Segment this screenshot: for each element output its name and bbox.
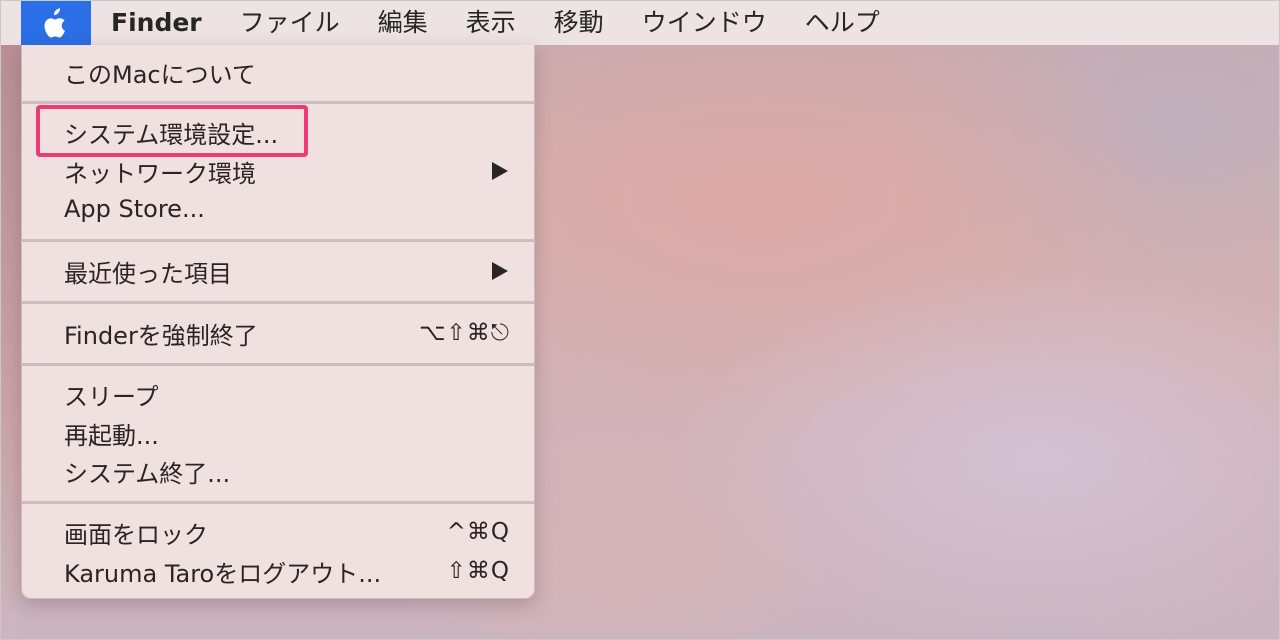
apple-logo-icon <box>44 8 65 38</box>
shortcut-log-out: ⇧⌘Q <box>446 558 510 584</box>
highlight-box-system-preferences <box>36 105 308 157</box>
menu-file[interactable]: ファイル <box>221 1 359 45</box>
menu-item-label: 最近使った項目 <box>64 259 232 288</box>
menu-window[interactable]: ウインドウ <box>623 1 786 45</box>
menu-item-label: Karuma Taroをログアウト... <box>64 559 382 588</box>
menu-item-recent-items[interactable]: 最近使った項目 <box>22 252 534 290</box>
menu-item-label: Finderを強制終了 <box>64 321 258 350</box>
menu-item-label: ネットワーク環境 <box>64 159 256 188</box>
menu-item-label: システム終了... <box>64 459 231 488</box>
menu-item-log-out[interactable]: Karuma Taroをログアウト... ⇧⌘Q <box>22 552 534 590</box>
menu-item-label: App Store... <box>64 195 205 223</box>
menu-item-shut-down[interactable]: システム終了... <box>22 452 534 490</box>
menu-separator <box>22 239 534 242</box>
menu-separator <box>22 363 534 366</box>
menu-item-network-location[interactable]: ネットワーク環境 <box>22 152 534 190</box>
menu-separator <box>22 301 534 304</box>
menu-item-force-quit-finder[interactable]: Finderを強制終了 ⌥⇧⌘⎋ <box>22 314 534 352</box>
menu-separator <box>22 501 534 504</box>
apple-menu-button[interactable] <box>21 1 91 45</box>
menu-edit[interactable]: 編集 <box>359 1 447 45</box>
menu-item-sleep[interactable]: スリープ <box>22 375 534 413</box>
submenu-arrow-icon <box>492 162 508 180</box>
menu-item-label: このMacについて <box>64 60 256 89</box>
menu-item-label: スリープ <box>64 382 159 411</box>
menu-item-label: 再起動... <box>64 421 159 450</box>
menu-app-finder[interactable]: Finder <box>91 1 221 45</box>
menu-item-restart[interactable]: 再起動... <box>22 414 534 452</box>
menu-item-label: 画面をロック <box>64 520 208 549</box>
menu-separator <box>22 101 534 104</box>
submenu-arrow-icon <box>492 262 508 280</box>
menu-go[interactable]: 移動 <box>535 1 623 45</box>
menu-item-about-this-mac[interactable]: このMacについて <box>22 53 534 91</box>
menu-help[interactable]: ヘルプ <box>786 1 899 45</box>
desktop: Finder ファイル 編集 表示 移動 ウインドウ ヘルプ このMacについて… <box>0 0 1280 640</box>
menu-item-app-store[interactable]: App Store... <box>22 190 534 228</box>
shortcut-force-quit: ⌥⇧⌘⎋ <box>419 320 510 346</box>
menu-item-lock-screen[interactable]: 画面をロック ^⌘Q <box>22 513 534 551</box>
shortcut-lock-screen: ^⌘Q <box>446 519 510 545</box>
menu-bar: Finder ファイル 編集 表示 移動 ウインドウ ヘルプ <box>1 1 1279 45</box>
desktop-wallpaper <box>1 45 21 639</box>
menu-view[interactable]: 表示 <box>447 1 535 45</box>
